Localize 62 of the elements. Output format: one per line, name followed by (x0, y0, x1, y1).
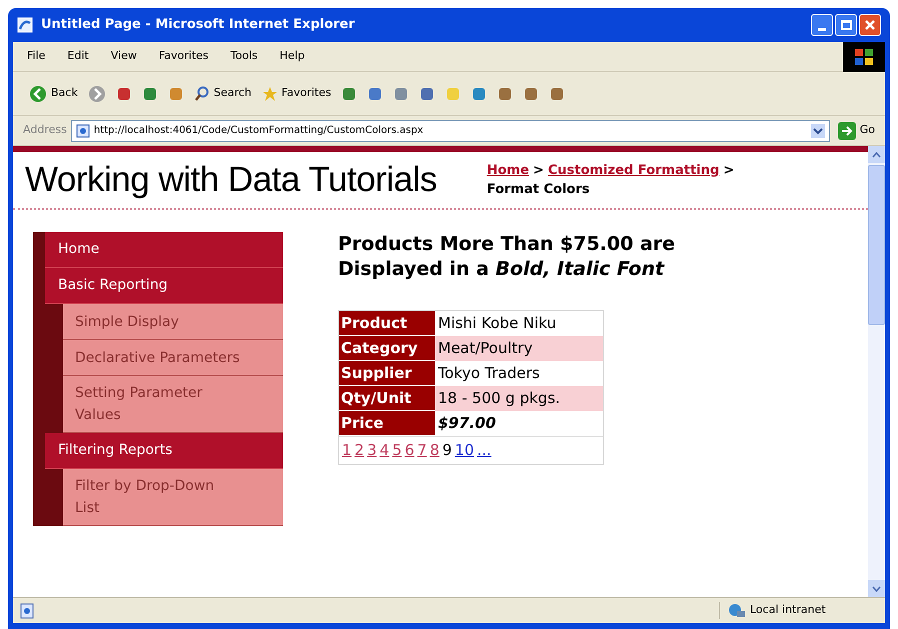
address-field[interactable]: http://localhost:4061/Code/CustomFormatting/CustomColors.aspx (70, 120, 830, 142)
vertical-scrollbar[interactable] (868, 146, 885, 597)
field-label: Supplier (339, 361, 435, 386)
security-zone: Local intranet (750, 602, 826, 618)
sidebar-section[interactable]: Basic Reporting (45, 268, 283, 304)
url-text: http://localhost:4061/Code/CustomFormatting/CustomColors.aspx (94, 124, 424, 138)
page-link[interactable]: 8 (430, 439, 440, 462)
breadcrumb-separator: > (723, 162, 734, 180)
back-button[interactable]: Back (29, 84, 78, 102)
page-link[interactable]: 5 (392, 439, 402, 462)
menu-item[interactable]: File (27, 48, 46, 65)
page-link[interactable]: 7 (417, 439, 427, 462)
search-button[interactable]: Search (194, 85, 252, 102)
breadcrumb-link[interactable]: Home (486, 161, 530, 180)
field-label: Qty/Unit (339, 386, 435, 411)
menu-item[interactable]: Favorites (158, 48, 209, 65)
go-button[interactable]: Go (838, 122, 875, 140)
dropdown-icon[interactable] (810, 124, 825, 138)
field-label: Category (339, 336, 435, 361)
page-link[interactable]: 10 (454, 439, 474, 462)
page-link[interactable]: 3 (367, 439, 377, 462)
field-value: Mishi Kobe Niku (437, 313, 558, 334)
star-icon (262, 86, 278, 102)
sidebar-section[interactable]: Home (45, 232, 283, 268)
window-title: Untitled Page - Microsoft Internet Explorer (41, 16, 355, 34)
favorites-button[interactable]: Favorites (262, 85, 332, 102)
field-value: $97.00 (437, 413, 497, 434)
forward-button[interactable] (88, 84, 106, 102)
page-icon (19, 602, 35, 618)
page-heading: Products More Than $75.00 are Displayed in a Bold, Italic Font (338, 232, 676, 282)
search-icon (194, 86, 210, 102)
windows-logo (843, 42, 885, 72)
maximize-button[interactable] (835, 14, 857, 36)
field-value: Tokyo Traders (437, 363, 541, 384)
field-label: Product (339, 311, 435, 336)
network-icon (728, 602, 746, 618)
breadcrumb-current: Format Colors (486, 181, 590, 199)
page-link[interactable]: 1 (342, 439, 352, 462)
menu-item[interactable]: Help (280, 48, 305, 65)
breadcrumb-link[interactable]: Customized Formatting (548, 161, 720, 180)
page-link[interactable]: 2 (354, 439, 364, 462)
scroll-down-icon (872, 586, 881, 592)
page-link[interactable]: 6 (404, 439, 414, 462)
field-label: Price (339, 411, 435, 436)
field-value: Meat/Poultry (437, 338, 534, 359)
minimize-button[interactable] (811, 14, 833, 36)
address-label: Address (23, 122, 67, 138)
menu-item[interactable]: Edit (67, 48, 89, 65)
current-page-number: 9 (442, 440, 452, 461)
sidebar-section[interactable]: Filtering Reports (45, 433, 283, 469)
menu-item[interactable]: View (110, 48, 137, 65)
field-value: 18 - 500 g pkgs. (437, 388, 562, 409)
page-link[interactable]: ... (477, 439, 492, 462)
site-title: Working with Data Tutorials (25, 158, 437, 201)
close-button[interactable] (859, 14, 881, 36)
page-icon (76, 124, 90, 138)
breadcrumb-separator: > (533, 162, 544, 180)
scroll-up-icon (872, 152, 881, 158)
close-icon (864, 19, 876, 31)
page-link[interactable]: 4 (380, 439, 390, 462)
menu-item[interactable]: Tools (230, 48, 258, 65)
page-icon (17, 17, 33, 33)
